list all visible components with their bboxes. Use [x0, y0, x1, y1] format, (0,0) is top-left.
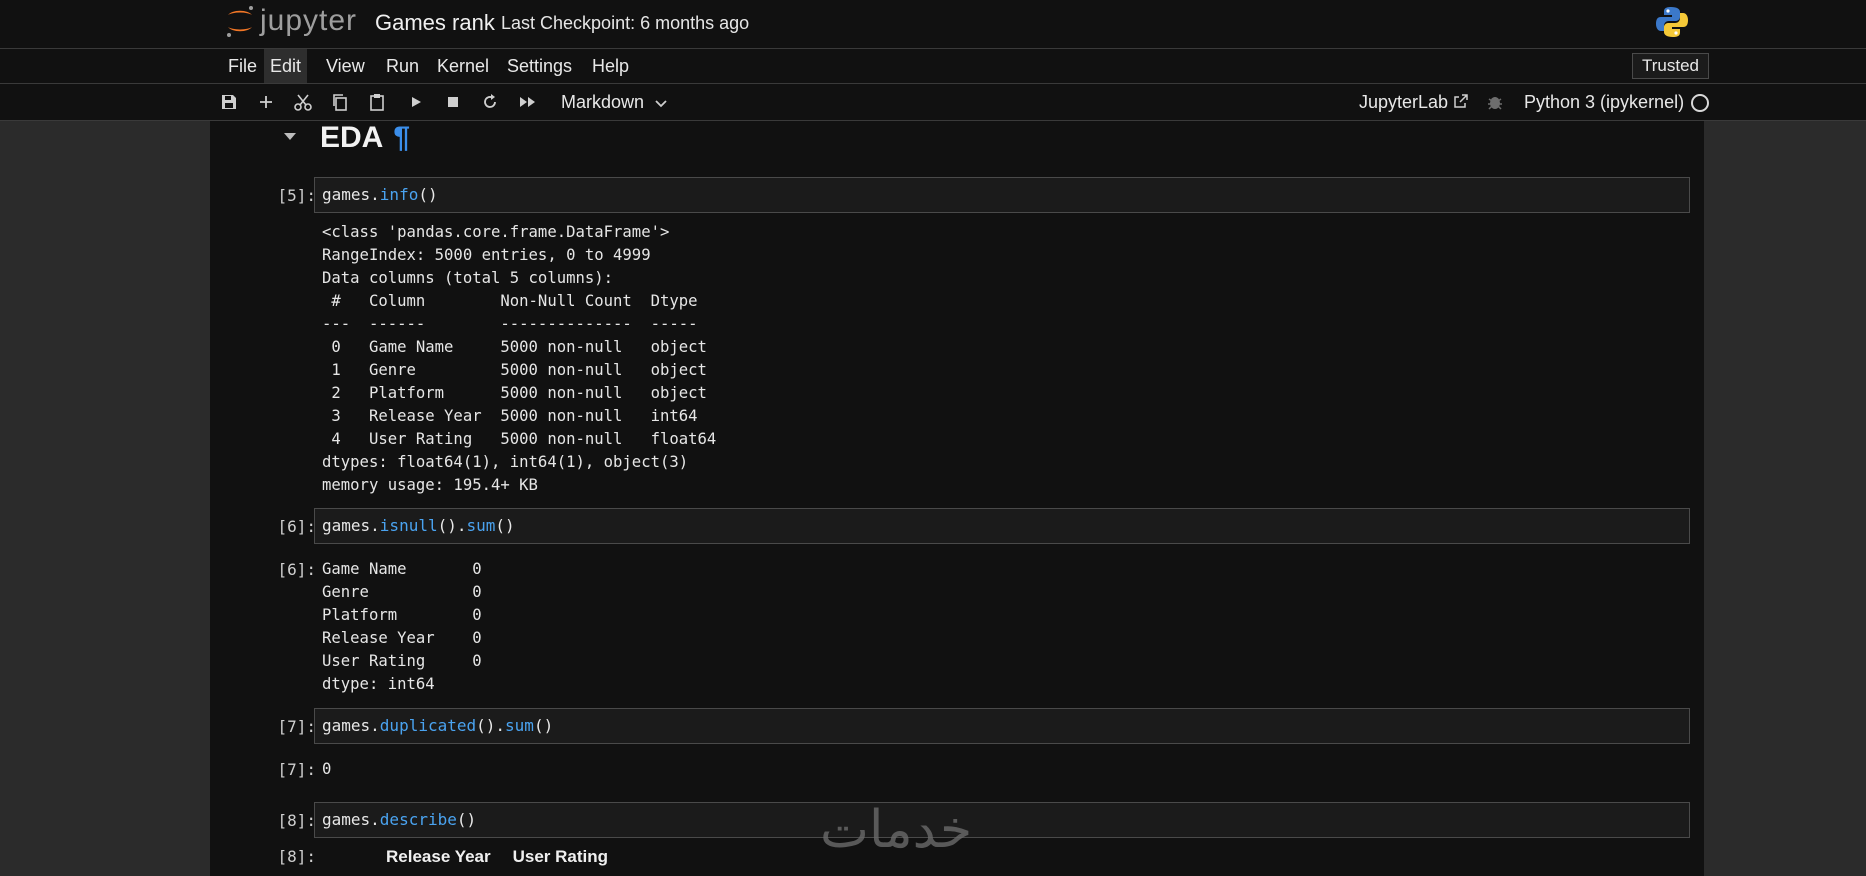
code-token: () [418, 185, 438, 204]
stop-icon[interactable] [439, 84, 467, 120]
input-prompt: [5]: [277, 186, 316, 205]
code-token: games. [322, 516, 380, 535]
code-function: describe [379, 810, 457, 829]
code-input[interactable]: games.info() [314, 177, 1690, 213]
code-token: games. [322, 185, 380, 204]
heading-text: EDA [320, 121, 384, 154]
kernel-status-icon [1691, 94, 1709, 112]
logo-text: jupyter [260, 4, 358, 37]
code-function: duplicated [379, 716, 477, 735]
code-token: () [495, 516, 515, 535]
code-function: isnull [379, 516, 438, 535]
code-function: sum [466, 516, 496, 535]
cell-type-label: Markdown [561, 92, 645, 112]
output-prompt: [8]: [277, 847, 316, 866]
code-token: () [533, 716, 554, 735]
output-prompt: [7]: [277, 760, 316, 779]
jupyterlab-label: JupyterLab [1359, 92, 1449, 112]
collapse-heading-icon[interactable] [284, 133, 296, 140]
code-token: games. [322, 716, 380, 735]
chevron-down-icon [655, 84, 667, 120]
cell-output: 0 [322, 760, 332, 778]
checkpoint-status: Last Checkpoint: 6 months ago [501, 13, 750, 33]
menu-view[interactable]: View [320, 49, 371, 83]
input-prompt: [7]: [277, 717, 316, 736]
input-prompt: [6]: [277, 517, 316, 536]
column-header: Release Year [386, 847, 491, 866]
code-input[interactable]: games.isnull().sum() [314, 508, 1690, 544]
input-prompt: [8]: [277, 811, 316, 830]
menu-kernel[interactable]: Kernel [431, 49, 495, 83]
anchor-link[interactable]: ¶ [393, 121, 410, 154]
code-token: () [456, 810, 477, 829]
column-header: User Rating [512, 847, 609, 866]
bug-icon[interactable] [1481, 84, 1509, 120]
jupyter-logo[interactable]: jupyter [224, 4, 357, 38]
run-icon[interactable] [402, 84, 430, 120]
markdown-cell[interactable]: EDA ¶ [210, 121, 1704, 161]
describe-table-header: Release Year User Rating [386, 847, 630, 867]
code-function: sum [505, 716, 534, 735]
jupyter-logo-icon [227, 6, 253, 37]
cell-type-dropdown[interactable]: Markdown [561, 84, 667, 120]
trusted-badge[interactable]: Trusted [1632, 53, 1710, 79]
save-icon[interactable] [215, 84, 243, 120]
python-logo-icon [1655, 5, 1689, 44]
cut-icon[interactable] [289, 84, 317, 120]
menu-bar: File Edit View Run Kernel Settings Help … [0, 49, 1866, 84]
open-jupyterlab-link[interactable]: JupyterLab [1359, 84, 1469, 120]
code-token: (). [437, 516, 467, 535]
paste-icon[interactable] [363, 84, 391, 120]
notebook-title[interactable]: Games rank [375, 10, 495, 36]
code-function: info [379, 185, 419, 204]
code-token: (). [476, 716, 506, 735]
menu-file[interactable]: File [222, 49, 263, 83]
section-heading: EDA ¶ [320, 121, 410, 155]
external-link-icon [1453, 92, 1469, 112]
add-icon[interactable] [252, 84, 280, 120]
notebook-toolbar: Markdown JupyterLab Python 3 (ipykernel) [0, 84, 1866, 121]
menu-help[interactable]: Help [586, 49, 635, 83]
cell-output: Game Name 0 Genre 0 Platform 0 Release Y… [322, 560, 482, 693]
title-bar: jupyter Games rank Last Checkpoint: 6 mo… [0, 0, 1866, 49]
menu-settings[interactable]: Settings [501, 49, 578, 83]
watermark-logo: خدمات [820, 800, 973, 860]
cell-output: <class 'pandas.core.frame.DataFrame'> Ra… [322, 223, 717, 494]
restart-icon[interactable] [476, 84, 504, 120]
code-input[interactable]: games.describe() [314, 802, 1690, 838]
copy-icon[interactable] [326, 84, 354, 120]
code-input[interactable]: games.duplicated().sum() [314, 708, 1690, 744]
code-token: games. [322, 810, 380, 829]
kernel-name[interactable]: Python 3 (ipykernel) [1524, 84, 1684, 120]
fast-forward-icon[interactable] [514, 84, 542, 120]
menu-edit[interactable]: Edit [264, 49, 308, 83]
menu-run[interactable]: Run [380, 49, 425, 83]
output-prompt: [6]: [277, 560, 316, 579]
notebook-panel[interactable]: EDA ¶ [5]: games.info() <class 'pandas.co… [210, 121, 1704, 876]
